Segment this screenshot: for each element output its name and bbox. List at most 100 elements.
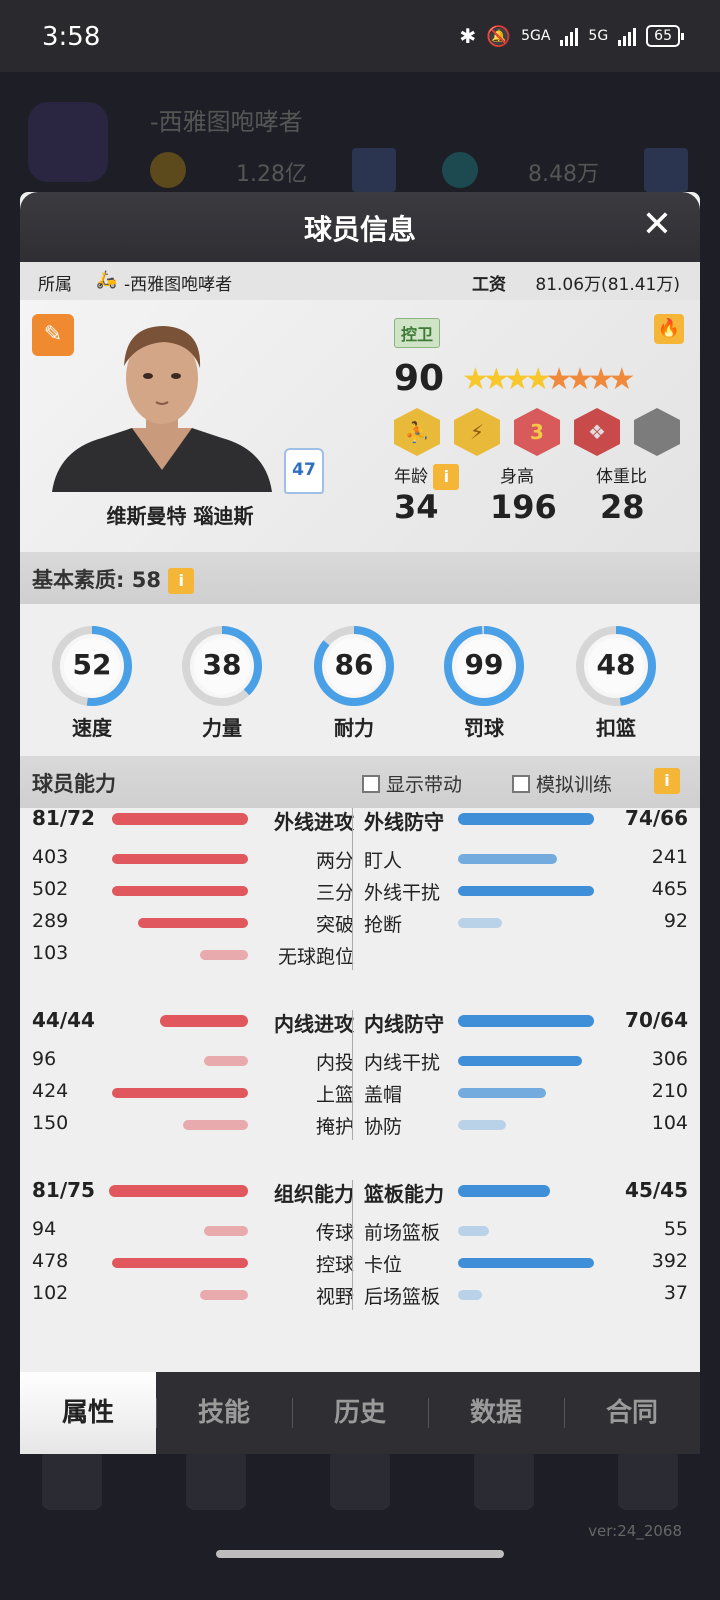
bg-nav-item[interactable] [474,1450,534,1510]
sim-training-checkbox[interactable]: 模拟训练 [512,770,612,797]
tab-data[interactable]: 数据 [428,1372,564,1454]
bluetooth-icon: ✱ [459,24,477,48]
wing-badge-icon[interactable]: ❖ [574,408,620,456]
modal-title: 球员信息 [303,213,416,246]
left-name: 两分 [315,850,354,872]
star-icon: ★ [462,362,489,397]
version-label: ver:24_2068 [588,1522,682,1540]
info-icon[interactable]: i [433,464,460,490]
basic-section-header: 基本素质: 58 i [20,552,700,604]
show-lead-checkbox[interactable]: 显示带动 [362,770,462,797]
bg-add-diamond-button[interactable] [644,148,688,192]
right-name: 协防 [364,1116,403,1138]
stat-name: 速度 [72,716,112,740]
tab-history[interactable]: 历史 [292,1372,428,1454]
left-value: 478 [32,1250,69,1272]
age-value: 34 [394,488,439,526]
right-value: 306 [651,1048,688,1070]
signal-icon [618,26,637,46]
tab-attributes[interactable]: 属性 [20,1372,156,1454]
star-icon: ★ [503,362,531,397]
height-label: 身高 [500,467,534,487]
info-icon[interactable]: i [168,568,195,594]
left-bar [203,1056,248,1066]
home-indicator[interactable] [216,1550,504,1558]
close-icon[interactable]: ✕ [642,204,672,245]
right-bar [458,1185,550,1197]
player-portrait [52,326,272,492]
left-value: 289 [32,910,69,932]
player-info-modal: 球员信息 ✕ 所属 🛵 -西雅图咆哮者 工资 81.06万(81.41万) ✎ … [20,192,700,1454]
right-name: 外线防守 [364,810,444,834]
ability-row: 96 内投 内线干扰 306 [20,1046,700,1076]
left-name: 上篮 [315,1084,354,1106]
salary-label: 工资 [472,275,506,295]
bg-add-coin-button[interactable] [352,148,396,192]
left-bar [112,886,248,896]
ability-row: 289 突破 抢断 92 [20,908,700,938]
age-label-text: 年龄 [394,467,428,487]
star-icon: ★ [608,362,635,397]
left-name: 无球跑位 [277,946,354,968]
bg-amount-2: 8.48万 [528,162,599,187]
basic-title: 基本素质: 58 i [32,564,195,594]
bg-nav-item[interactable] [330,1450,390,1510]
right-bar [458,1015,594,1027]
network-label-1: 5GA [521,28,551,44]
tab-skills[interactable]: 技能 [156,1372,292,1454]
left-name: 外线进攻 [274,810,354,834]
right-name: 篮板能力 [364,1182,444,1206]
right-bar [458,886,594,896]
ability-title: 球员能力 [32,772,116,796]
left-value: 96 [32,1048,57,1070]
bg-nav-item[interactable] [186,1450,246,1510]
left-value: 81/75 [32,1178,95,1202]
left-value: 403 [32,846,69,868]
info-icon[interactable]: i [654,768,680,794]
ability-row: 502 三分 外线干扰 465 [20,876,700,906]
left-value: 150 [32,1112,69,1134]
left-value: 424 [32,1080,69,1102]
ability-row: 94 传球 前场篮板 55 [20,1216,700,1246]
stat-ring: 48 扣篮 [574,624,658,741]
stat-name: 罚球 [464,716,504,740]
bg-nav-item[interactable] [42,1450,102,1510]
locked-badge-icon[interactable] [634,408,680,456]
ring-gauge: 52 [50,624,134,708]
left-name: 控球 [315,1254,354,1276]
stat-ring: 52 速度 [50,624,134,741]
right-value: 37 [663,1282,688,1304]
team-salary-row: 所属 🛵 -西雅图咆哮者 工资 81.06万(81.41万) [20,262,700,300]
bg-amount-1: 1.28亿 [236,162,307,187]
left-name: 掩护 [315,1116,354,1138]
tab-contract[interactable]: 合同 [564,1372,700,1454]
bg-nav-item[interactable] [618,1450,678,1510]
team-logo-icon: 🛵 [96,270,118,290]
right-value: 210 [651,1080,688,1102]
fire-icon[interactable]: 🔥 [654,314,684,344]
checkbox-icon [512,775,530,793]
right-bar [458,854,557,864]
left-value: 94 [32,1218,57,1240]
right-name: 前场篮板 [364,1222,441,1244]
right-value: 104 [651,1112,688,1134]
star-icon: ★ [482,362,510,397]
mute-bell-icon: 🔕 [486,24,512,48]
right-bar [458,1258,594,1268]
lightning-badge-icon[interactable]: ⚡ [454,408,500,456]
player-rating: 90 [394,358,445,399]
column-divider [352,1010,353,1140]
dribble-badge-icon[interactable]: ⛹ [394,408,440,456]
right-name: 后场篮板 [364,1286,441,1308]
ability-row: 403 两分 盯人 241 [20,844,700,874]
right-bar [458,1056,583,1066]
number-badge-icon[interactable]: 3 [514,408,560,456]
left-bar [112,1088,248,1098]
left-bar [112,854,248,864]
left-value: 44/44 [32,1008,95,1032]
status-icons: ✱ 🔕 5GA 5G 65 [459,24,684,48]
team-logo-icon [28,102,108,182]
ability-group-header: 81/75 组织能力 篮板能力 45/45 [20,1176,700,1206]
status-time: 3:58 [42,22,101,52]
bg-team-name: -西雅图咆哮者 [150,108,303,136]
